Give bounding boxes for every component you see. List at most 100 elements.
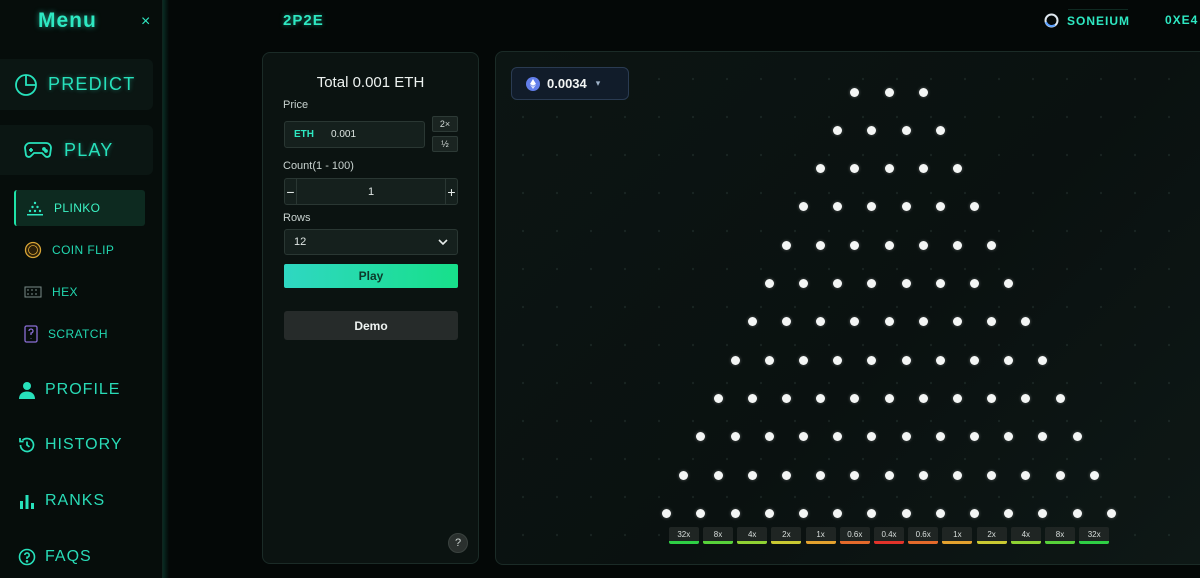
close-icon[interactable]: × [141,13,150,31]
peg [1106,508,1116,518]
peg [850,317,860,327]
peg [1004,432,1014,442]
nav-coin-flip[interactable]: COIN FLIP [14,232,145,268]
wallet-address[interactable]: 0XE4 [1165,13,1198,27]
nav-hex-label: HEX [52,285,78,299]
nav-ranks[interactable]: RANKS [18,486,105,516]
nav-predict[interactable]: PREDICT [0,59,153,110]
user-icon [18,381,36,399]
peg [901,432,911,442]
peg [713,393,723,403]
peg [747,393,757,403]
multiplier-bucket: 4x [1010,527,1041,544]
peg [970,355,979,365]
peg [747,470,757,480]
nav-ranks-label: RANKS [45,492,106,509]
peg [679,470,689,480]
network-divider [1068,9,1128,10]
peg [970,508,979,518]
peg [850,240,860,250]
peg [867,508,877,518]
play-button[interactable]: Play [284,264,458,288]
soneium-icon [1044,13,1059,28]
history-icon [18,436,36,454]
peg [935,202,945,212]
nav-play[interactable]: PLAY [0,125,153,175]
double-price-button[interactable]: 2× [432,116,458,132]
peg [901,508,911,518]
count-label: Count(1 - 100) [283,160,354,172]
nav-faqs[interactable]: FAQS [18,542,92,572]
count-decrement-button[interactable]: − [285,179,297,204]
peg [850,164,860,174]
multiplier-bucket: 0.4x [874,527,904,544]
nav-scratch-label: SCRATCH [48,327,108,341]
nav-hex[interactable]: HEX [14,274,145,310]
peg [935,432,945,442]
nav-profile[interactable]: PROFILE [18,375,120,405]
peg [781,317,791,327]
count-increment-button[interactable]: + [445,179,457,204]
help-button[interactable]: ? [448,533,468,553]
peg [884,164,894,174]
peg [918,87,928,97]
peg [747,317,757,327]
peg [696,432,706,442]
peg [816,470,826,480]
peg [952,393,962,403]
peg [918,240,928,250]
balance-selector[interactable]: 0.0034 ▾ [511,67,629,100]
price-label: Price [283,99,309,111]
multiplier-bucket: 32x [668,527,699,544]
nav-faqs-label: FAQS [45,548,92,565]
peg [799,432,808,442]
brand-logo[interactable]: 2P2E [283,12,324,29]
demo-button[interactable]: Demo [284,311,458,340]
multiplier-bucket: 8x [703,527,733,544]
network-label: SONEIUM [1067,13,1131,28]
peg [918,164,928,174]
hex-icon [24,285,42,299]
half-price-button[interactable]: ½ [432,136,458,152]
chevron-down-icon: ▾ [595,78,601,88]
multiplier-bucket: 0.6x [908,527,939,544]
peg [987,317,997,327]
app-root: Menu × PREDICT PLAY PLINKO COIN FLIP HEX… [0,0,1200,578]
multiplier-bucket: 0.6x [839,527,870,544]
peg [884,240,894,250]
peg [1038,355,1048,365]
price-currency: ETH [294,129,314,140]
network-selector[interactable]: SONEIUM [1044,13,1130,28]
peg [1004,279,1014,288]
peg [833,202,843,212]
peg [1072,432,1082,442]
peg [781,240,791,250]
count-input[interactable]: 1 [297,179,445,204]
peg [1021,393,1031,403]
peg [884,470,894,480]
peg [816,164,826,174]
price-input[interactable]: ETH 0.001 [284,121,425,148]
bar-chart-icon [18,492,36,510]
question-icon [18,548,36,566]
peg [833,355,843,365]
nav-history[interactable]: HISTORY [18,430,123,460]
peg [970,202,979,212]
nav-plinko[interactable]: PLINKO [14,190,145,226]
peg [952,317,962,327]
peg [662,508,672,518]
peg [901,355,911,365]
peg [867,432,877,442]
peg [850,393,860,403]
nav-plinko-label: PLINKO [54,201,101,215]
rows-select[interactable]: 12 [284,229,458,255]
nav-history-label: HISTORY [45,436,123,453]
peg [713,470,723,480]
peg [816,317,826,327]
peg [935,355,945,365]
peg [1021,470,1031,480]
peg [850,470,860,480]
peg [764,508,774,518]
peg [764,355,774,365]
nav-scratch[interactable]: SCRATCH [14,316,145,352]
